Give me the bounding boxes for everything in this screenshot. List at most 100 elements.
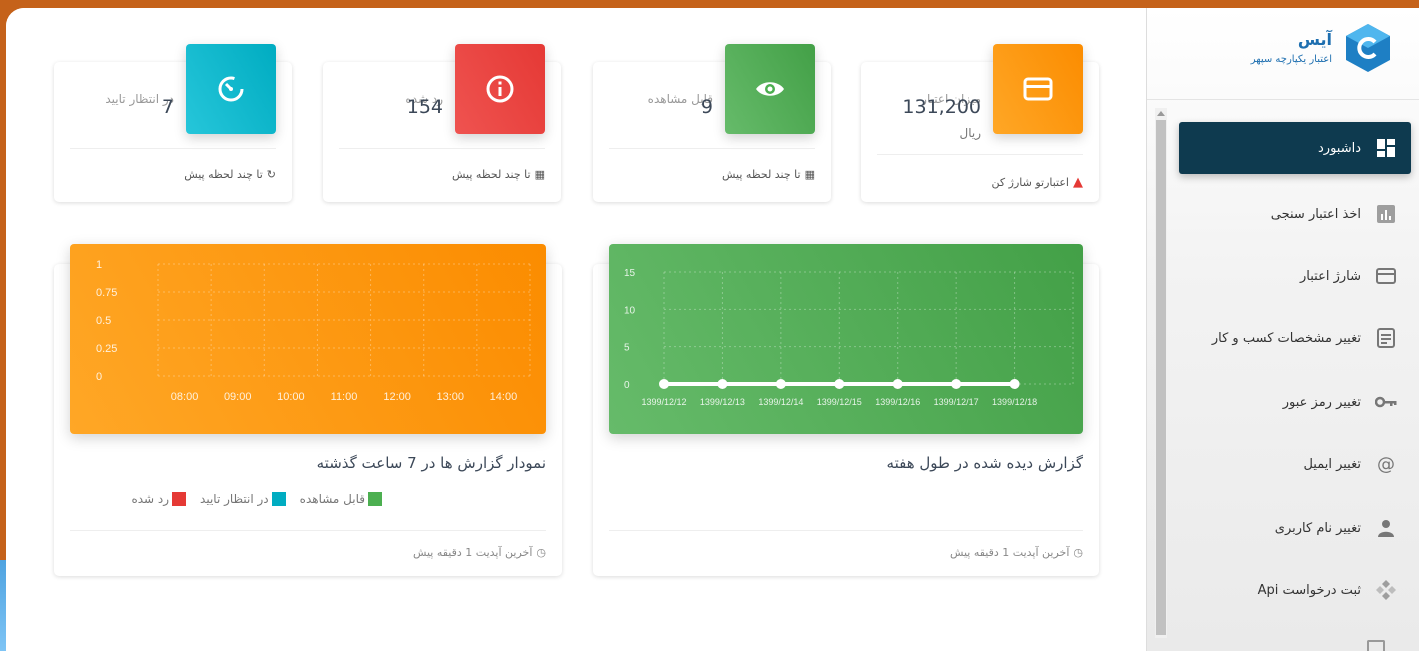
user-icon: [1375, 517, 1397, 539]
document-icon: [1375, 327, 1397, 349]
calendar-icon: ▦: [534, 168, 545, 181]
weekly-chart: 0 5 10 15 1399/12/12 1399/12/13 1399/12/14 1399…: [609, 244, 1083, 434]
sidebar: آیس اعتبار یکپارچه سپهر داشبورد اخذ اعتب…: [1146, 8, 1419, 651]
x-tick-label: 14:00: [490, 391, 518, 403]
brand-name: آیس: [1297, 30, 1332, 49]
sidebar-item-partial[interactable]: [1367, 640, 1385, 651]
legend-item: در انتظار تایید: [200, 492, 286, 506]
info-icon: [455, 44, 545, 134]
sidebar-item-password[interactable]: تغییر رمز عبور: [1179, 376, 1411, 428]
clock-icon: ◷: [1073, 546, 1083, 559]
stat-footer-text: تا چند لحظه پیش: [452, 168, 531, 181]
sidebar-item-label: تغییر مشخصات کسب و کار: [1211, 330, 1361, 346]
legend-label: رد شده: [131, 492, 170, 506]
sidebar-item-charge[interactable]: شارژ اعتبار: [1179, 250, 1411, 302]
stat-card-pending: در انتظار تایید 7 ↻ تا چند لحظه پیش: [54, 44, 292, 202]
hourly-chart-title: نمودار گزارش ها در 7 ساعت گذشته: [316, 454, 546, 472]
weekly-chart-card: 0 5 10 15 1399/12/12 1399/12/13 1399/12/14 1399…: [593, 244, 1099, 576]
scroll-up-arrow[interactable]: [1157, 111, 1165, 116]
sidebar-item-label: ثبت درخواست Api: [1257, 582, 1361, 598]
y-tick-label: 0.5: [96, 315, 111, 327]
sidebar-item-api-request[interactable]: ثبت درخواست Api: [1179, 564, 1411, 616]
sidebar-item-label: تغییر نام کاربری: [1274, 520, 1361, 536]
sidebar-item-credit-check[interactable]: اخذ اعتبار سنجی: [1179, 188, 1411, 240]
data-point: [834, 379, 845, 389]
weekly-chart-footer: ◷ آخرین آپدیت 1 دقیقه پیش: [950, 546, 1083, 559]
x-tick-label: 1399/12/12: [641, 397, 686, 407]
chart-legend: قابل مشاهده در انتظار تایید رد شده: [131, 492, 382, 506]
last-update-text: آخرین آپدیت 1 دقیقه پیش: [412, 546, 533, 559]
x-tick-label: 1399/12/14: [758, 397, 803, 407]
y-tick-label: 0: [96, 371, 102, 383]
x-tick-label: 08:00: [171, 391, 199, 403]
x-tick-label: 11:00: [331, 391, 358, 403]
stat-card-visible: قابل مشاهده 9 ▦ تا چند لحظه پیش: [593, 44, 831, 202]
credit-card-icon: [993, 44, 1083, 134]
x-tick-label: 1399/12/13: [700, 397, 745, 407]
stat-value: 7: [161, 96, 174, 118]
y-tick-label: 0: [624, 380, 630, 391]
stat-unit: ریال: [959, 126, 981, 140]
data-point: [892, 379, 903, 389]
y-tick-label: 5: [624, 343, 630, 354]
clock-icon: ◷: [536, 546, 546, 559]
sidebar-item-business-info[interactable]: تغییر مشخصات کسب و کار: [1179, 312, 1411, 364]
eye-icon: [725, 44, 815, 134]
brand-header[interactable]: آیس اعتبار یکپارچه سپهر: [1147, 8, 1419, 100]
divider: [609, 148, 815, 149]
main-content: میزان اعتبار 131,200 ریال ▲ اعتبارتو شار…: [6, 8, 1146, 651]
divider: [70, 148, 276, 149]
stat-footer[interactable]: ▲ اعتبارتو شارژ کن: [877, 175, 1083, 190]
hourly-chart-card: 0 0.25 0.5 0.75 1 08:00 09:00 10:00 11:00 12:00 13…: [54, 244, 562, 576]
brand-tagline: اعتبار یکپارچه سپهر: [1250, 54, 1332, 65]
stat-value: 154: [406, 96, 443, 118]
stat-value: 131,200: [902, 96, 981, 118]
hourly-chart-footer: ◷ آخرین آپدیت 1 دقیقه پیش: [413, 546, 546, 559]
divider: [70, 530, 546, 531]
sidebar-item-email[interactable]: @ تغییر ایمیل: [1179, 438, 1411, 490]
x-tick-label: 1399/12/17: [934, 397, 979, 407]
key-icon: [1375, 391, 1397, 413]
y-tick-label: 10: [624, 305, 636, 316]
stat-value: 9: [700, 96, 713, 118]
legend-swatch-red: [172, 492, 187, 506]
dashboard-icon: [1375, 137, 1397, 159]
stat-footer: ▦ تا چند لحظه پیش: [339, 168, 545, 181]
legend-item: رد شده: [131, 492, 187, 506]
warning-icon: ▲: [1073, 175, 1083, 190]
sidebar-item-label: شارژ اعتبار: [1300, 268, 1361, 284]
sidebar-item-label: تغییر رمز عبور: [1282, 394, 1361, 410]
x-tick-label: 09:00: [224, 391, 252, 403]
data-point: [717, 379, 728, 389]
legend-label: قابل مشاهده: [299, 492, 365, 506]
app-window: میزان اعتبار 131,200 ریال ▲ اعتبارتو شار…: [6, 8, 1419, 651]
x-tick-label: 1399/12/16: [875, 397, 920, 407]
stat-footer: ↻ تا چند لحظه پیش: [70, 168, 276, 181]
charge-credit-link[interactable]: اعتبارتو شارژ کن: [992, 176, 1069, 189]
data-point: [775, 379, 786, 389]
x-tick-label: 13:00: [437, 391, 465, 403]
brand-logo-icon: [1342, 22, 1394, 74]
bar-chart-icon: [1375, 203, 1397, 225]
divider: [609, 530, 1083, 531]
hourly-bar-chart: 0 0.25 0.5 0.75 1 08:00 09:00 10:00 11:00 12:00 13…: [96, 259, 531, 403]
divider: [339, 148, 545, 149]
stat-footer: ▦ تا چند لحظه پیش: [609, 168, 815, 181]
stat-card-rejected: رد شده 154 ▦ تا چند لحظه پیش: [323, 44, 561, 202]
api-icon: [1375, 579, 1397, 601]
x-tick-label: 12:00: [383, 391, 411, 403]
legend-swatch-cyan: [271, 492, 286, 506]
at-icon: @: [1377, 453, 1395, 475]
weekly-line-chart: 0 5 10 15 1399/12/12 1399/12/13 1399/12/14 1399…: [624, 268, 1074, 407]
y-tick-label: 0.75: [96, 287, 117, 299]
sidebar-scrollbar[interactable]: [1155, 108, 1167, 638]
scroll-thumb[interactable]: [1156, 120, 1166, 635]
sidebar-item-dashboard[interactable]: داشبورد: [1179, 122, 1411, 174]
hourly-chart: 0 0.25 0.5 0.75 1 08:00 09:00 10:00 11:00 12:00 13…: [70, 244, 546, 434]
y-tick-label: 1: [96, 259, 102, 271]
sidebar-item-label: تغییر ایمیل: [1303, 456, 1361, 472]
sidebar-item-username[interactable]: تغییر نام کاربری: [1179, 502, 1411, 554]
weekly-chart-title: گزارش دیده شده در طول هفته: [886, 454, 1083, 472]
last-update-text: آخرین آپدیت 1 دقیقه پیش: [949, 546, 1070, 559]
calendar-icon: ▦: [804, 168, 815, 181]
